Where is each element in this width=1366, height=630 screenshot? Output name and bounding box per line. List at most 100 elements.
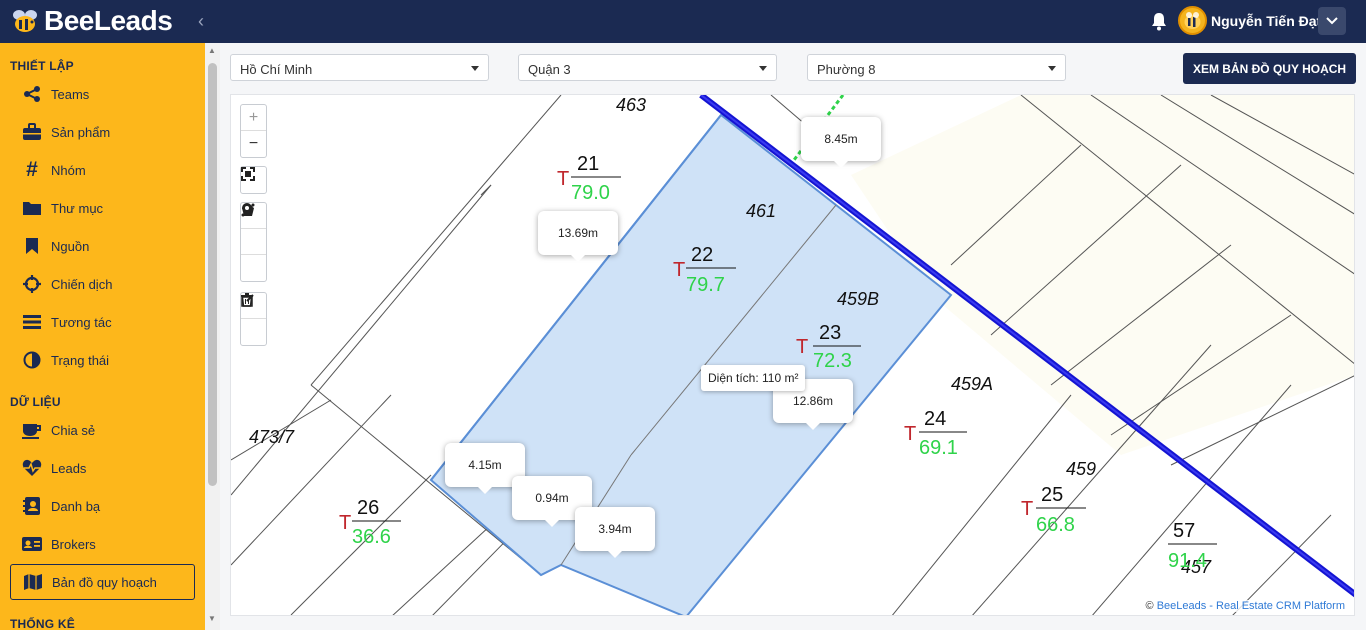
fullscreen-control	[240, 166, 267, 194]
sidebar-item-products[interactable]: Sản phẩm	[10, 114, 195, 150]
svg-text:T: T	[557, 168, 569, 190]
zoom-controls: + −	[240, 104, 267, 158]
sidebar: THIẾT LẬP Teams Sản phẩm # Nhóm Thư mục …	[0, 43, 205, 630]
delete-layers-button[interactable]	[241, 293, 266, 345]
sidebar-item-label: Chia sẻ	[51, 422, 96, 438]
id-card-icon	[21, 533, 43, 555]
planning-map[interactable]: 463 461 459B 459A 459 473/7 457 T 21 79.…	[230, 94, 1355, 616]
fullscreen-icon	[241, 167, 255, 181]
list-icon	[21, 311, 43, 333]
section-title-data: DỮ LIỆU	[10, 395, 61, 409]
house-number: 461	[746, 201, 776, 221]
parcel-label-26: T 26 36.6	[339, 497, 401, 548]
svg-text:66.8: 66.8	[1036, 514, 1075, 536]
sidebar-item-label: Leads	[51, 460, 87, 476]
sidebar-item-label: Thư mục	[51, 200, 104, 216]
scrollbar-thumb[interactable]	[208, 63, 217, 486]
caret-down-icon	[1048, 66, 1056, 71]
house-number: 459	[1066, 459, 1096, 479]
main-content: Hồ Chí Minh Quận 3 Phường 8 XEM BẢN ĐỒ Q…	[220, 43, 1366, 630]
svg-text:T: T	[1021, 498, 1033, 520]
ward-select[interactable]: Phường 8	[807, 54, 1066, 81]
page-scrollbar[interactable]: ▲ ▼	[205, 43, 220, 630]
chevron-down-icon	[1326, 17, 1338, 25]
fullscreen-button[interactable]	[241, 167, 266, 193]
attribution-link[interactable]: BeeLeads	[1157, 600, 1207, 612]
contact-book-icon	[21, 495, 43, 517]
parcel-label-21: T 21 79.0	[557, 153, 621, 204]
sidebar-item-planning-map[interactable]: Bản đồ quy hoạch	[10, 564, 195, 600]
svg-text:25: 25	[1041, 484, 1063, 506]
sidebar-item-brokers[interactable]: Brokers	[10, 526, 195, 562]
province-select[interactable]: Hồ Chí Minh	[230, 54, 489, 81]
house-number: 473/7	[249, 427, 295, 447]
user-name[interactable]: Nguyễn Tiến Đạt	[1211, 13, 1321, 29]
house-number: 463	[616, 95, 646, 115]
bookmark-icon	[21, 235, 43, 257]
map-canvas[interactable]: 463 461 459B 459A 459 473/7 457 T 21 79.…	[231, 95, 1355, 616]
briefcase-icon	[21, 121, 43, 143]
sidebar-item-share[interactable]: Chia sẻ	[10, 412, 195, 448]
scroll-up-arrow[interactable]: ▲	[208, 46, 216, 55]
sidebar-item-contacts[interactable]: Danh bạ	[10, 488, 195, 524]
sidebar-item-leads[interactable]: Leads	[10, 450, 195, 486]
brand-name: BeeLeads	[44, 5, 173, 36]
draw-polygon-button[interactable]	[241, 204, 266, 255]
bell-icon[interactable]	[1150, 11, 1168, 31]
sidebar-item-label: Nguồn	[51, 238, 90, 254]
sidebar-item-teams[interactable]: Teams	[10, 76, 195, 112]
coffee-icon	[21, 419, 43, 441]
sidebar-item-status[interactable]: Trạng thái	[10, 342, 195, 378]
draw-marker-button[interactable]	[241, 203, 266, 281]
house-number: 459B	[837, 289, 879, 309]
sidebar-item-folders[interactable]: Thư mục	[10, 190, 195, 226]
svg-text:79.7: 79.7	[686, 274, 725, 296]
district-select[interactable]: Quận 3	[518, 54, 777, 81]
area-label: Diện tích: 110 m²	[701, 365, 806, 391]
sidebar-item-campaigns[interactable]: Chiến dịch	[10, 266, 195, 302]
user-menu-button[interactable]	[1318, 7, 1346, 35]
logo[interactable]: BeeLeads	[10, 4, 173, 38]
section-title-setup: THIẾT LẬP	[10, 59, 74, 73]
caret-down-icon	[471, 66, 479, 71]
svg-text:23: 23	[819, 322, 841, 344]
sidebar-item-sources[interactable]: Nguồn	[10, 228, 195, 264]
svg-text:T: T	[673, 259, 685, 281]
sidebar-item-groups[interactable]: # Nhóm	[10, 152, 195, 188]
avatar[interactable]	[1178, 6, 1207, 35]
view-plan-map-button[interactable]: XEM BẢN ĐỒ QUY HOẠCH	[1183, 53, 1356, 84]
sidebar-item-interactions[interactable]: Tương tác	[10, 304, 195, 340]
caret-down-icon	[759, 66, 767, 71]
sidebar-item-label: Brokers	[51, 536, 96, 552]
sidebar-collapse-button[interactable]: ‹	[198, 11, 204, 32]
svg-text:T: T	[339, 512, 351, 534]
sidebar-item-label: Teams	[51, 86, 90, 102]
measurement-tooltip: 13.69m	[538, 211, 618, 262]
svg-text:21: 21	[577, 153, 599, 175]
bee-avatar-icon	[1184, 12, 1201, 29]
sidebar-item-label: Tương tác	[51, 314, 112, 330]
top-bar: BeeLeads ‹ Nguyễn Tiến Đạt	[0, 0, 1366, 43]
district-select-value: Quận 3	[528, 62, 571, 77]
zoom-in-button[interactable]: +	[241, 105, 266, 131]
map-icon	[22, 571, 44, 593]
sidebar-item-label: Sản phẩm	[51, 124, 111, 140]
sidebar-item-label: Danh bạ	[51, 498, 101, 514]
sidebar-item-label: Chiến dịch	[51, 276, 113, 292]
province-select-value: Hồ Chí Minh	[240, 62, 313, 77]
zoom-out-button[interactable]: −	[241, 131, 266, 157]
sidebar-item-label: Trạng thái	[51, 352, 110, 368]
section-title-stats: THỐNG KÊ	[10, 617, 75, 630]
draw-controls	[240, 202, 267, 282]
bee-logo-icon	[13, 10, 37, 32]
svg-text:26: 26	[357, 497, 379, 519]
svg-text:36.6: 36.6	[352, 526, 391, 548]
sidebar-item-label: Bản đồ quy hoạch	[52, 574, 157, 590]
half-circle-icon	[21, 349, 43, 371]
parcel-label-24: T 24 69.1	[904, 408, 967, 459]
ward-select-value: Phường 8	[817, 62, 876, 77]
trash-icon	[241, 293, 253, 307]
share-icon	[21, 83, 43, 105]
scroll-down-arrow[interactable]: ▼	[208, 614, 216, 623]
heartbeat-icon	[21, 457, 43, 479]
